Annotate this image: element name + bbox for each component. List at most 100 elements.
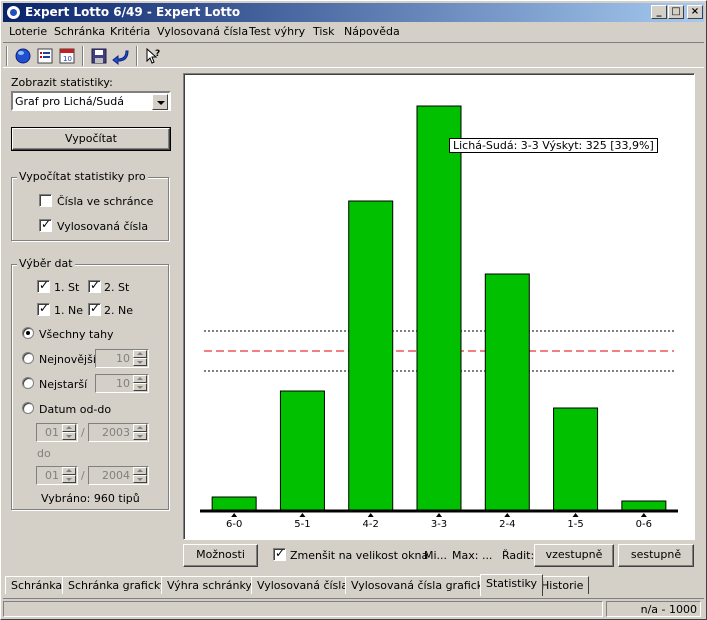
globe-icon[interactable] — [13, 46, 35, 66]
spin-down-icon[interactable] — [62, 432, 76, 440]
max-label: Max: ... — [452, 549, 493, 562]
tick-mark-2-4 — [504, 513, 511, 517]
check-1-ne[interactable] — [37, 301, 50, 316]
oldest-spinner[interactable]: 10 — [95, 374, 149, 393]
check-1-st[interactable] — [37, 278, 50, 293]
spin-down-icon[interactable] — [133, 432, 147, 440]
date-range-radio[interactable] — [22, 402, 34, 414]
show-stats-label: Zobrazit statistiky: — [11, 76, 113, 89]
tick-mark-4-2 — [367, 513, 374, 517]
spin-up-icon[interactable] — [133, 350, 147, 358]
save-icon[interactable] — [89, 46, 111, 66]
tab-vylosovana-cisla[interactable]: Vylosovaná čísla — [251, 576, 355, 594]
tab-vylosovana-cisla-graficky[interactable]: Vylosovaná čísla graficky — [345, 576, 496, 594]
menu-loterie[interactable]: Loterie — [9, 25, 47, 38]
date-range-label[interactable]: Datum od-do — [39, 403, 111, 416]
status-cell-right: n/a - 1000 — [606, 601, 701, 617]
data-select-title: Výběr dat — [17, 257, 75, 270]
from-day-spinner[interactable]: 01 — [36, 423, 78, 442]
to-day-value: 01 — [45, 469, 59, 482]
newest-radio[interactable] — [22, 352, 34, 364]
check-2-st[interactable] — [88, 278, 101, 293]
all-draws-radio[interactable] — [22, 327, 34, 339]
tab-statistiky[interactable]: Statistiky — [480, 574, 543, 596]
all-draws-label[interactable]: Všechny tahy — [39, 328, 114, 341]
sort-ascending-button[interactable]: vzestupně — [534, 544, 614, 567]
tick-label-4-2: 4-2 — [363, 519, 379, 530]
return-arrow-icon[interactable] — [111, 46, 133, 66]
close-button[interactable]: × — [687, 5, 703, 19]
spin-down-icon[interactable] — [133, 358, 147, 366]
bar-2-4 — [484, 273, 530, 512]
menu-napoveda[interactable]: Nápověda — [344, 25, 400, 38]
min-label: Mi... — [424, 549, 448, 562]
tab-schranka[interactable]: Schránka — [5, 576, 69, 594]
newest-spinner[interactable]: 10 — [95, 349, 149, 368]
tick-label-1-5: 1-5 — [567, 519, 583, 530]
check-1-ne-label[interactable]: 1. Ne — [54, 304, 83, 317]
newest-label[interactable]: Nejnovější — [39, 353, 96, 366]
tick-label-3-3: 3-3 — [431, 519, 447, 530]
tab-historie[interactable]: Historie — [535, 576, 590, 594]
spin-up-icon[interactable] — [133, 424, 147, 432]
spin-up-icon[interactable] — [133, 467, 147, 475]
spin-down-icon[interactable] — [133, 383, 147, 391]
to-day-spinner[interactable]: 01 — [36, 466, 78, 485]
menu-test-vyhry[interactable]: Test výhry — [249, 25, 305, 38]
drawn-numbers-checkbox[interactable] — [39, 217, 52, 232]
menu-kriteria[interactable]: Kritéria — [110, 25, 150, 38]
minimize-button[interactable]: _ — [651, 5, 667, 19]
chevron-down-icon[interactable] — [152, 94, 168, 110]
tab-vyhra-schranky[interactable]: Výhra schránky — [161, 576, 258, 594]
from-year-spinner[interactable]: 2003 — [88, 423, 149, 442]
spin-up-icon[interactable] — [62, 467, 76, 475]
spin-down-icon[interactable] — [133, 475, 147, 483]
check-2-ne[interactable] — [88, 301, 101, 316]
calculate-button[interactable]: Vypočítat — [11, 127, 171, 151]
menu-tisk[interactable]: Tisk — [313, 25, 335, 38]
menu-schranka[interactable]: Schránka — [54, 25, 105, 38]
tick-label-6-0: 6-0 — [226, 519, 242, 530]
bar-5-1 — [279, 390, 325, 512]
spin-up-icon[interactable] — [62, 424, 76, 432]
check-2-st-label[interactable]: 2. St — [104, 281, 129, 294]
toolbar-separator — [82, 46, 84, 66]
calc-for-title: Vypočítat statistiky pro — [17, 170, 148, 183]
drawn-numbers-label[interactable]: Vylosovaná čísla — [57, 220, 148, 233]
tick-label-0-6: 0-6 — [636, 519, 652, 530]
svg-text:?: ? — [155, 49, 160, 59]
spin-down-icon[interactable] — [62, 475, 76, 483]
toolbar-separator — [136, 46, 138, 66]
stats-select[interactable]: Graf pro Lichá/Sudá — [11, 91, 171, 111]
shrink-checkbox[interactable] — [273, 546, 286, 561]
check-1-st-label[interactable]: 1. St — [54, 281, 79, 294]
numbers-in-box-checkbox[interactable] — [39, 194, 52, 207]
bar-4-2 — [348, 200, 394, 512]
list-icon[interactable] — [35, 46, 57, 66]
to-label: do — [37, 447, 51, 460]
tick-mark-5-1 — [299, 513, 306, 517]
options-button[interactable]: Možnosti — [183, 544, 258, 567]
sort-descending-button[interactable]: sestupně — [618, 544, 694, 567]
help-pointer-icon[interactable]: ? — [143, 46, 165, 66]
bar-3-3 — [416, 105, 462, 512]
menu-vylosovana-cisla[interactable]: Vylosovaná čísla — [157, 25, 248, 38]
tick-mark-3-3 — [436, 513, 442, 517]
oldest-label[interactable]: Nejstarší — [39, 378, 87, 391]
numbers-in-box-label[interactable]: Čísla ve schránce — [57, 195, 153, 208]
window-title: Expert Lotto 6/49 - Expert Lotto — [25, 5, 241, 19]
oldest-radio[interactable] — [22, 377, 34, 389]
to-year-spinner[interactable]: 2004 — [88, 466, 149, 485]
shrink-label[interactable]: Zmenšit na velikost okna — [290, 549, 428, 562]
maximize-button[interactable]: □ — [668, 5, 684, 19]
menu-bar: Loterie Schránka Kritéria Vylosovaná čís… — [3, 22, 704, 41]
svg-text:10: 10 — [63, 55, 72, 63]
from-day-value: 01 — [45, 426, 59, 439]
calendar-icon[interactable]: 10 — [57, 46, 79, 66]
spin-up-icon[interactable] — [133, 375, 147, 383]
app-icon[interactable] — [6, 5, 21, 20]
status-cell-left — [3, 601, 603, 617]
date-separator: / — [81, 469, 85, 482]
check-2-ne-label[interactable]: 2. Ne — [104, 304, 133, 317]
tab-schranka-graficky[interactable]: Schránka graficky — [62, 576, 173, 594]
